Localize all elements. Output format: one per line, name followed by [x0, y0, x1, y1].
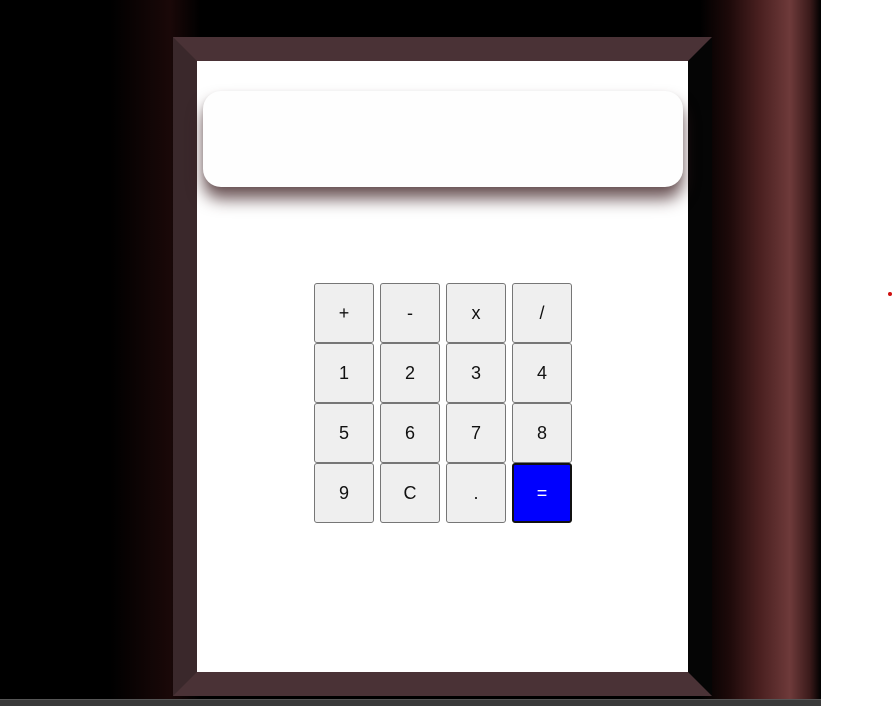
key-clear[interactable]: C	[380, 463, 440, 523]
key-multiply[interactable]: x	[446, 283, 506, 343]
key-decimal[interactable]: .	[446, 463, 506, 523]
key-3[interactable]: 3	[446, 343, 506, 403]
key-8[interactable]: 8	[512, 403, 572, 463]
calculator-display	[203, 91, 683, 187]
key-plus[interactable]: +	[314, 283, 374, 343]
key-6[interactable]: 6	[380, 403, 440, 463]
key-minus[interactable]: -	[380, 283, 440, 343]
key-1[interactable]: 1	[314, 343, 374, 403]
key-4[interactable]: 4	[512, 343, 572, 403]
key-equals[interactable]: =	[512, 463, 572, 523]
bottom-edge	[0, 699, 821, 706]
key-5[interactable]: 5	[314, 403, 374, 463]
key-7[interactable]: 7	[446, 403, 506, 463]
key-2[interactable]: 2	[380, 343, 440, 403]
key-divide[interactable]: /	[512, 283, 572, 343]
red-dot-marker	[888, 292, 892, 296]
key-9[interactable]: 9	[314, 463, 374, 523]
page: + - x / 1 2 3 4 5 6 7 8 9 C . =	[0, 0, 896, 706]
calculator-keypad: + - x / 1 2 3 4 5 6 7 8 9 C . =	[314, 283, 572, 523]
